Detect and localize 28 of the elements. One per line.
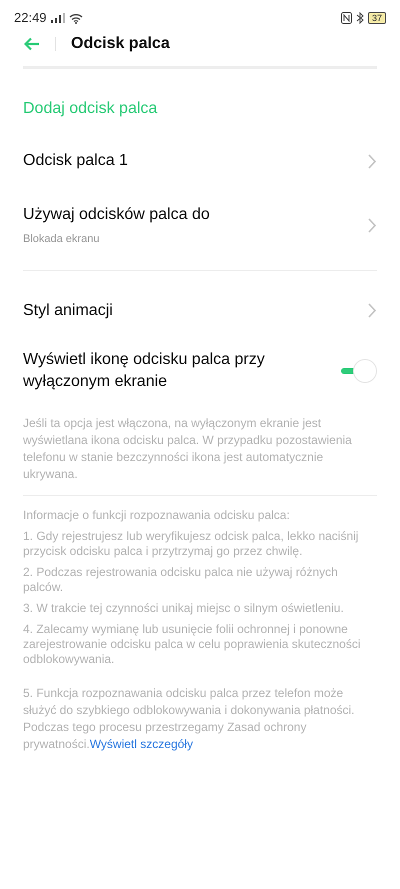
info-paragraph: 1. Gdy rejestrujesz lub weryfikujesz odcisk palca, lekko naciśnij przycisk odcisku palca i przytrzymaj go przez chwilę. bbox=[23, 528, 360, 558]
wifi-icon bbox=[68, 12, 83, 24]
row-subtitle: Blokada ekranu bbox=[23, 232, 100, 247]
chevron-right-icon bbox=[368, 218, 377, 233]
back-arrow-icon[interactable] bbox=[24, 37, 40, 51]
settings-row[interactable]: Styl animacji bbox=[23, 280, 377, 340]
row-title: Wyświetl ikonę odcisku palca przy wyłączonym ekranie bbox=[23, 350, 266, 392]
toggle-switch[interactable] bbox=[339, 358, 377, 382]
row-title: Odcisk palca 1 bbox=[23, 151, 128, 171]
row-title: Styl animacji bbox=[23, 300, 113, 320]
info-paragraph: 2. Podczas rejestrowania odcisku palca nie używaj różnych palców. bbox=[23, 564, 339, 594]
toggle-description: Jeśli ta opcja jest włączona, na wyłączonym ekranie jest wyświetlana ikona odcisku palca. W przypadku pozostawienia telefonu w stanie bezczynności ikona jest automatycznie ukrywana. bbox=[23, 414, 353, 482]
settings-row[interactable]: Odcisk palca 1 bbox=[23, 131, 377, 191]
page-title: Odcisk palca bbox=[71, 34, 170, 54]
info-paragraph: 3. W trakcie tej czynności unikaj miejsc o silnym oświetleniu. bbox=[23, 600, 345, 616]
row-title: Używaj odcisków palca do bbox=[23, 205, 210, 225]
signal-icon bbox=[50, 13, 65, 23]
chevron-right-icon bbox=[368, 303, 377, 318]
battery-indicator: 37 bbox=[368, 12, 386, 24]
info-paragraph: 4. Zalecamy wymianę lub usunięcie folii ochronnej i ponowne zarejestrowanie odcisku palca w celu poprawienia skuteczności odblokowywania. bbox=[23, 622, 362, 666]
settings-row[interactable]: Używaj odcisków palca do Blokada ekranu bbox=[23, 191, 377, 260]
info-paragraph: Informacje o funkcji rozpoznawania odcisku palca: bbox=[23, 508, 291, 522]
nfc-icon bbox=[340, 12, 352, 24]
privacy-paragraph: 5. Funkcja rozpoznawania odcisku palca przez telefon może służyć do szybkiego odblokowywania i dokonywania płatności. Podczas tego procesu przestrzegamy Zasad ochrony prywatności.Wyświetl szczegóły bbox=[23, 684, 356, 752]
status-time: 22:49 bbox=[14, 9, 47, 28]
chevron-right-icon bbox=[368, 154, 377, 168]
details-link[interactable]: Wyświetl szczegóły bbox=[90, 736, 193, 750]
bluetooth-icon bbox=[356, 12, 364, 24]
